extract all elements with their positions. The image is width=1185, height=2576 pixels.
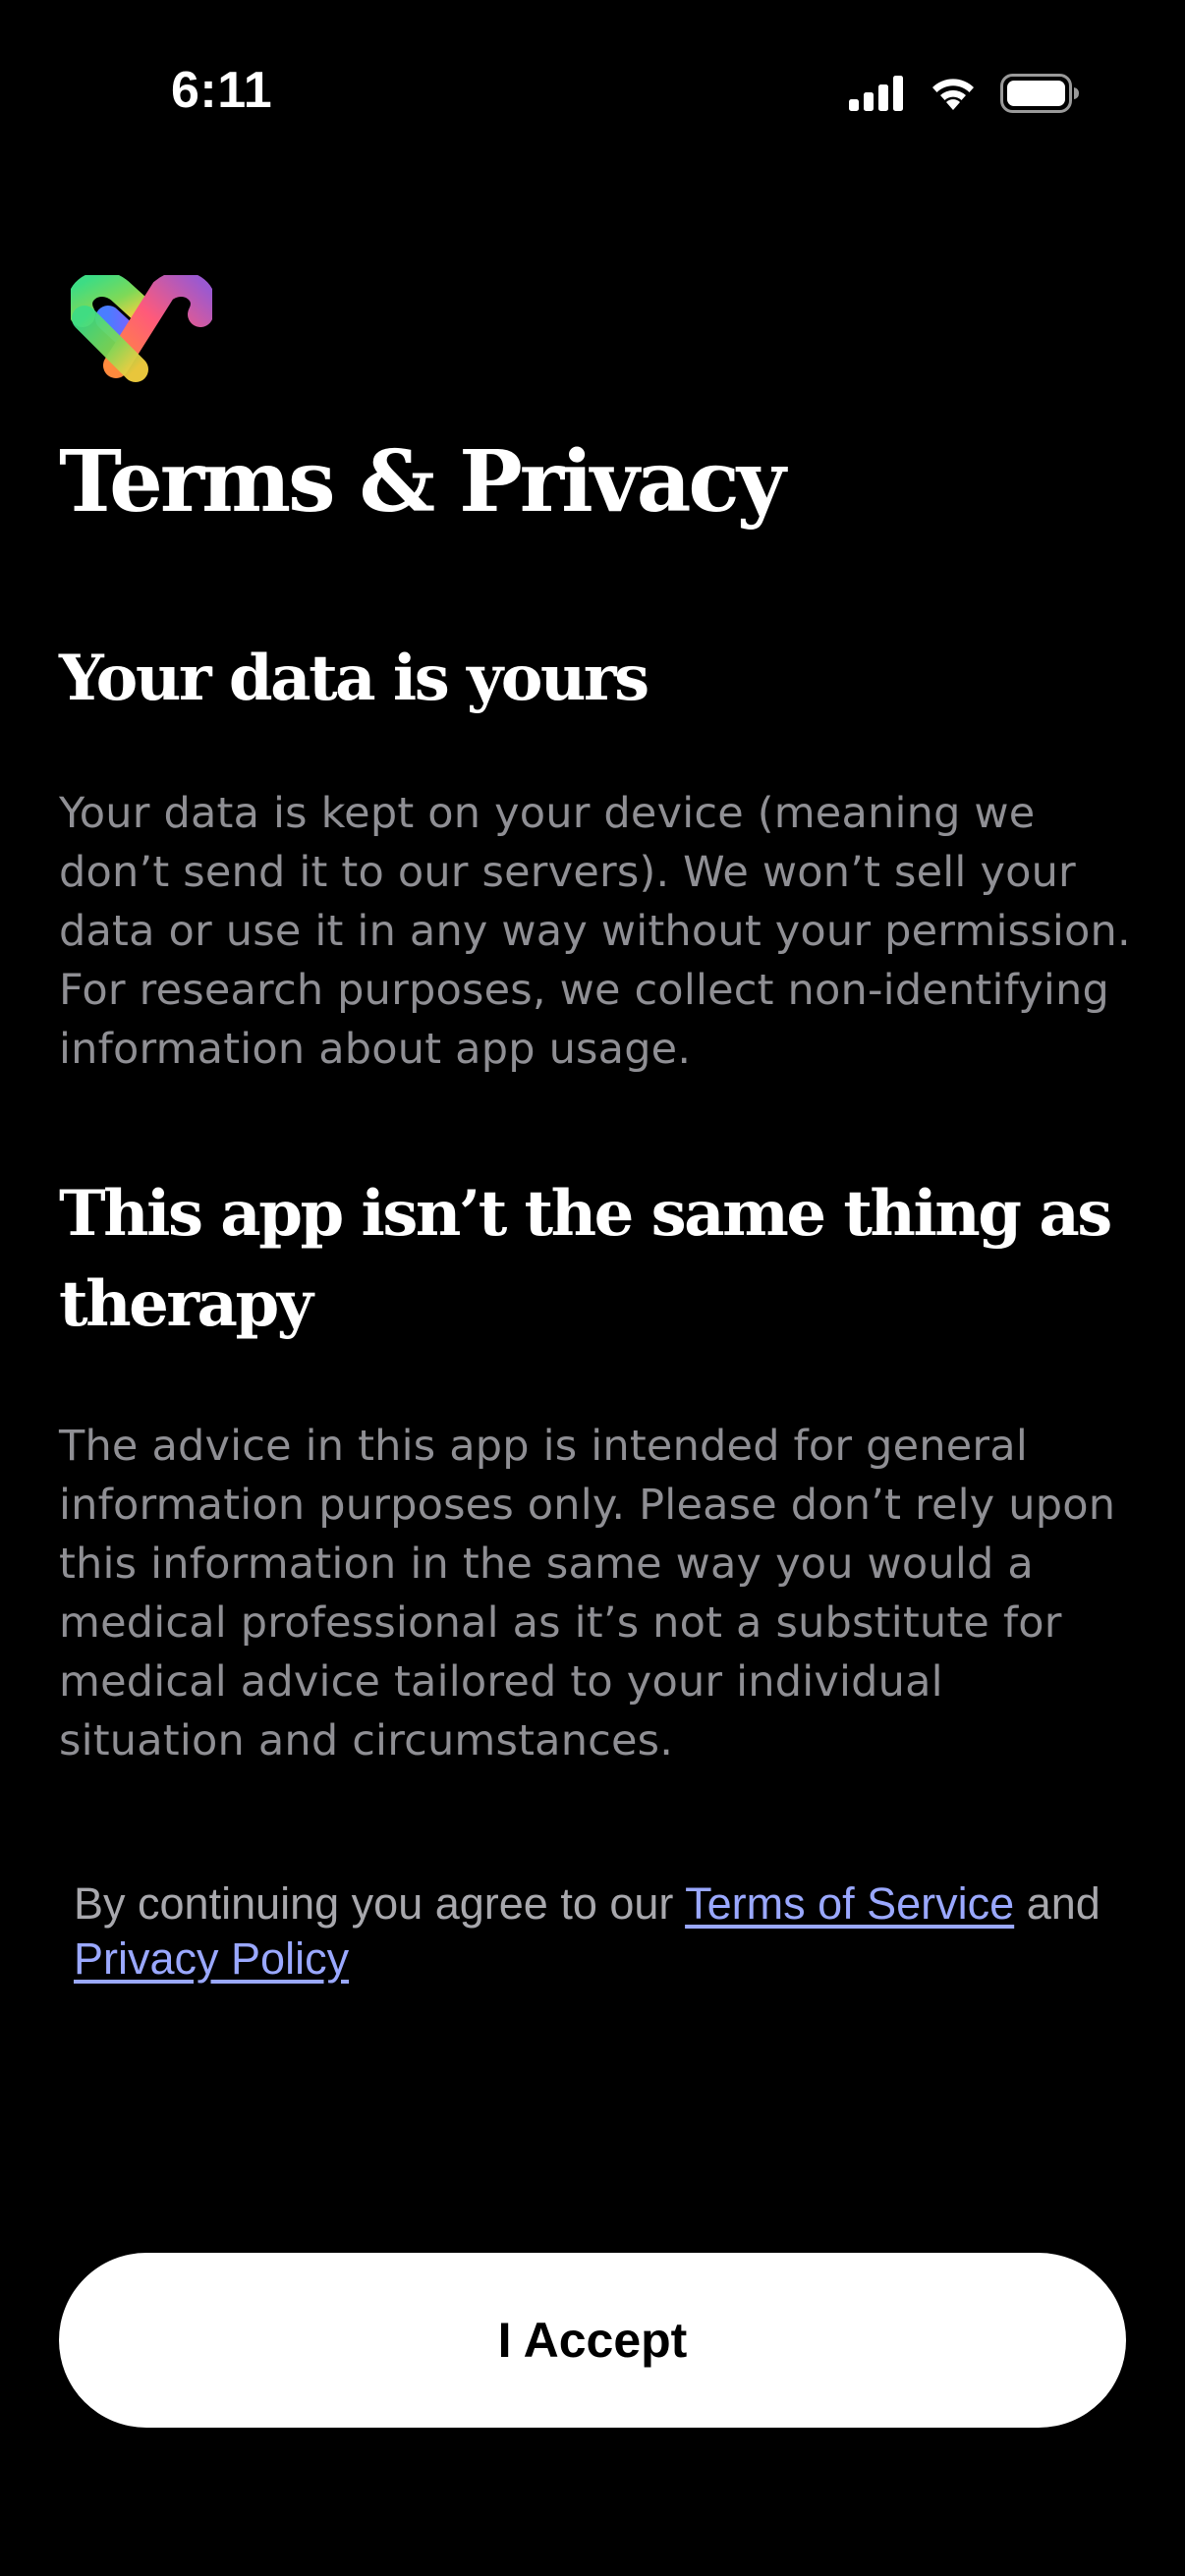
status-bar: 6:11 — [0, 0, 1185, 187]
agreement-text: By continuing you agree to our Terms of … — [74, 1876, 1135, 1987]
battery-icon — [1000, 73, 1081, 118]
section-body-therapy: The advice in this app is intended for g… — [59, 1422, 1116, 1765]
terms-of-service-link[interactable]: Terms of Service — [685, 1878, 1014, 1929]
status-time: 6:11 — [171, 62, 273, 119]
status-icons — [849, 73, 1081, 118]
agreement-prefix: By continuing you agree to our — [74, 1878, 686, 1929]
section-heading-therapy: This app isn’t the same thing as therapy — [59, 1177, 1112, 1341]
wifi-icon — [928, 75, 979, 117]
section-heading-data: Your data is yours — [59, 642, 649, 715]
privacy-policy-link[interactable]: Privacy Policy — [74, 1933, 349, 1984]
cellular-signal-icon — [849, 75, 906, 116]
agreement-conjunction: and — [1014, 1878, 1100, 1929]
accept-button[interactable]: I Accept — [59, 2253, 1126, 2428]
heart-logo-icon — [67, 271, 216, 385]
section-body-data: Your data is kept on your device (meanin… — [59, 789, 1131, 1074]
page-title: Terms & Privacy — [59, 432, 786, 532]
